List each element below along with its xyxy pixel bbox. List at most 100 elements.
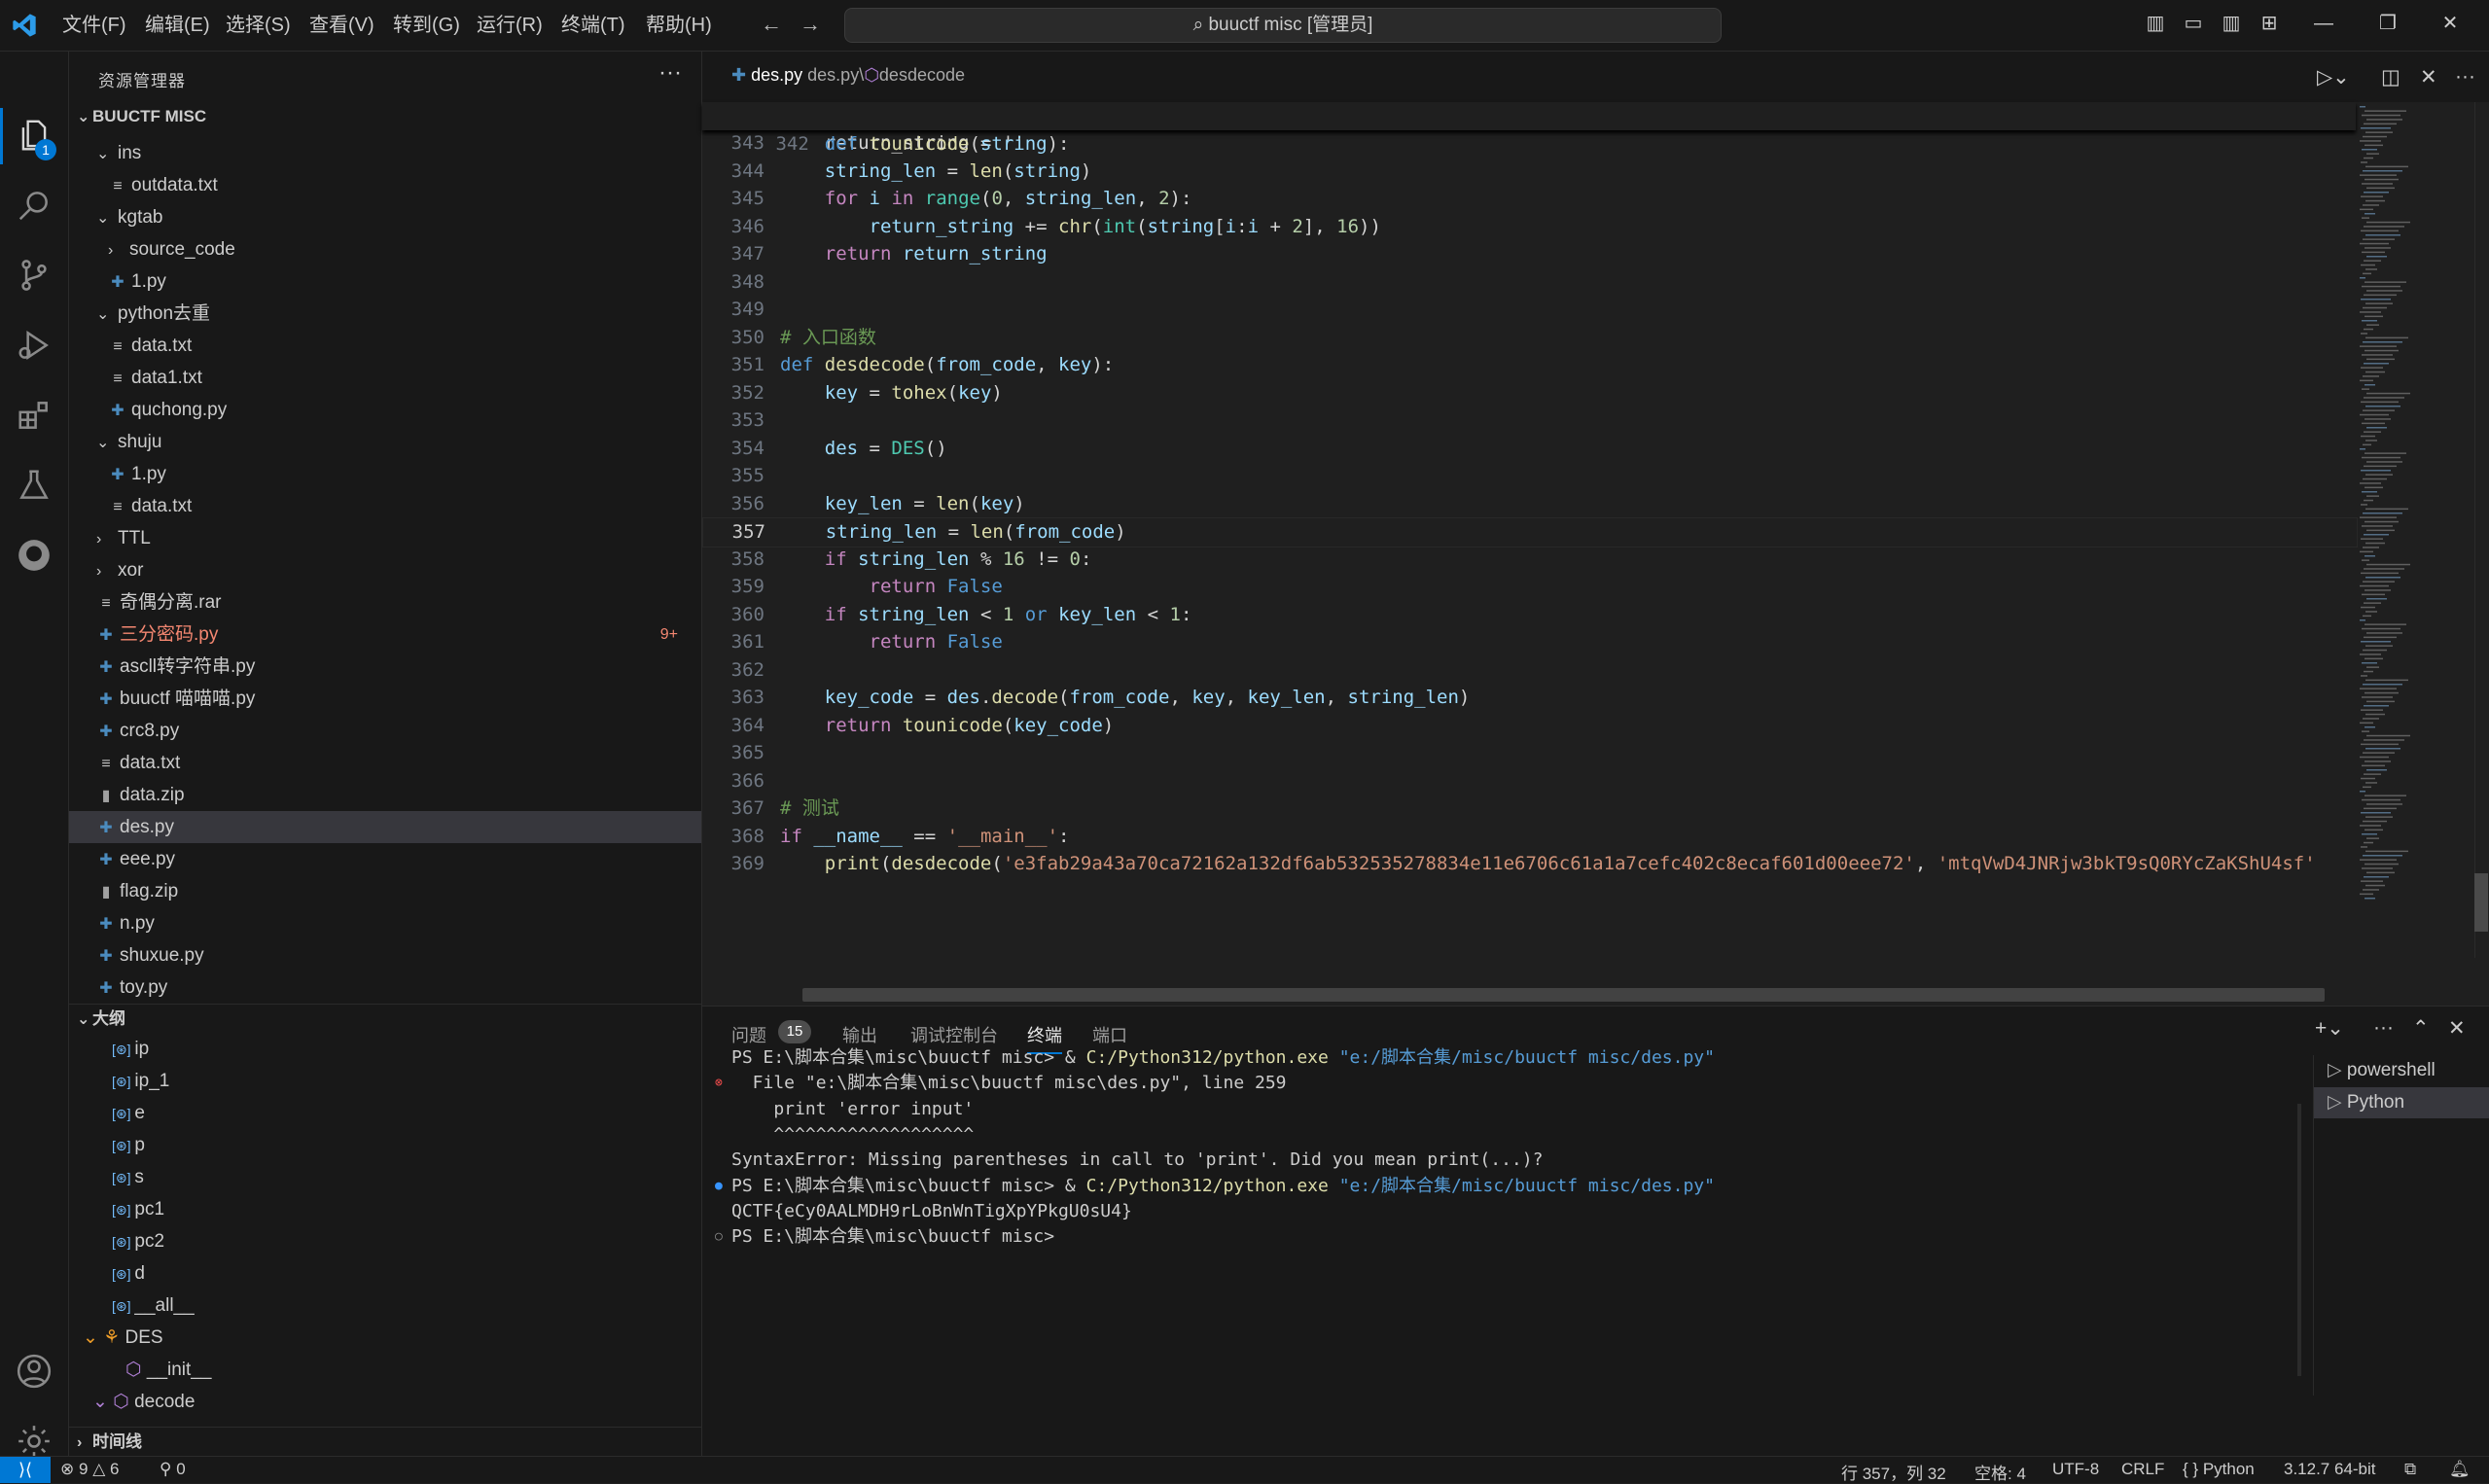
menu-item[interactable]: 选择(S) bbox=[226, 13, 291, 38]
command-center-search[interactable]: ⌕ buuctf misc [管理员] bbox=[844, 8, 1722, 43]
forward-arrow-icon[interactable]: → bbox=[800, 12, 821, 37]
customize-layout-icon[interactable]: ⊞ bbox=[2258, 14, 2280, 33]
minimize-window-icon[interactable]: — bbox=[2313, 14, 2334, 33]
copilot-icon[interactable]: ⧉ bbox=[2404, 1460, 2416, 1479]
tree-item[interactable]: ≡ data.txt bbox=[69, 747, 701, 779]
eol-status[interactable]: CRLF bbox=[2121, 1460, 2164, 1479]
extensions-icon[interactable] bbox=[14, 395, 54, 436]
remote-indicator-icon[interactable]: ⟩⟨ bbox=[0, 1457, 51, 1483]
tree-item[interactable]: ✚ shuxue.py bbox=[69, 939, 701, 972]
panel-tab[interactable]: 输出 bbox=[842, 1022, 877, 1047]
tree-item[interactable]: ≡ 奇偶分离.rar bbox=[69, 586, 701, 618]
code-line[interactable]: 360 if string_len < 1 or key_len < 1: bbox=[702, 601, 2356, 629]
vertical-scrollbar-thumb[interactable] bbox=[2474, 873, 2488, 932]
cursor-position[interactable]: 行 357，列 32 bbox=[1841, 1460, 1946, 1484]
minimap[interactable] bbox=[2356, 102, 2453, 900]
terminal-instance[interactable]: ▷ Python bbox=[2314, 1087, 2489, 1118]
tree-item[interactable]: ✚ toy.py bbox=[69, 972, 701, 1004]
code-line[interactable]: 362 bbox=[702, 656, 2356, 685]
code-line[interactable]: 351 def desdecode(from_code, key): bbox=[702, 351, 2356, 379]
notifications-bell-icon[interactable]: 🔔︎ bbox=[2449, 1460, 2471, 1479]
tree-item[interactable]: ⌄ ins bbox=[69, 137, 701, 169]
close-editor-icon[interactable]: ✕ bbox=[2420, 65, 2437, 89]
code-line[interactable]: 352 key = tohex(key) bbox=[702, 379, 2356, 407]
code-line[interactable]: 365 bbox=[702, 739, 2356, 767]
toggle-primary-sidebar-icon[interactable]: ▥ bbox=[2145, 14, 2166, 33]
menu-item[interactable]: 运行(R) bbox=[477, 13, 543, 38]
source-control-icon[interactable] bbox=[14, 255, 54, 296]
code-line[interactable]: 346 return_string += chr(int(string[i:i … bbox=[702, 213, 2356, 241]
code-line[interactable]: 361 return False bbox=[702, 628, 2356, 656]
menu-item[interactable]: 查看(V) bbox=[309, 13, 374, 38]
maximize-panel-icon[interactable]: ⌃ bbox=[2412, 1016, 2430, 1041]
tree-item[interactable]: ✚ buuctf 喵喵喵.py bbox=[69, 683, 701, 715]
tree-item[interactable]: ≡ outdata.txt bbox=[69, 169, 701, 201]
outline-item[interactable]: [⊛] pc2 bbox=[69, 1225, 701, 1257]
panel-tab[interactable]: 调试控制台 bbox=[910, 1022, 998, 1047]
horizontal-scrollbar[interactable] bbox=[802, 988, 2325, 1002]
outline-item[interactable]: ⬡ __init__ bbox=[69, 1354, 701, 1386]
terminal-scrollbar[interactable] bbox=[2297, 1104, 2301, 1376]
code-line[interactable]: 350 # 入口函数 bbox=[702, 324, 2356, 352]
tree-item[interactable]: ✚ 1.py bbox=[69, 265, 701, 298]
back-arrow-icon[interactable]: ← bbox=[761, 12, 782, 37]
more-actions-icon[interactable]: ··· bbox=[2455, 65, 2475, 88]
breadcrumb-file[interactable]: des.py\ bbox=[807, 65, 864, 85]
breadcrumb[interactable]: ✚ des.py des.py\⬡desdecode bbox=[731, 65, 965, 86]
problems-status[interactable]: ⊗ 9 △ 6 bbox=[60, 1460, 119, 1479]
breadcrumb-symbol[interactable]: desdecode bbox=[879, 65, 965, 85]
more-actions-icon[interactable]: ··· bbox=[2373, 1016, 2394, 1040]
github-icon[interactable] bbox=[14, 535, 54, 576]
accounts-icon[interactable] bbox=[14, 1351, 54, 1392]
code-line[interactable]: 363 key_code = des.decode(from_code, key… bbox=[702, 684, 2356, 712]
code-line[interactable]: 358 if string_len % 16 != 0: bbox=[702, 546, 2356, 574]
menu-item[interactable]: 终端(T) bbox=[561, 13, 625, 38]
tree-item[interactable]: ✚ quchong.py bbox=[69, 394, 701, 426]
outline-item[interactable]: [⊛] ip_1 bbox=[69, 1065, 701, 1097]
tree-item[interactable]: ⌄ shuju bbox=[69, 426, 701, 458]
code-line[interactable]: 366 bbox=[702, 767, 2356, 795]
tree-item[interactable]: ▮ data.zip bbox=[69, 779, 701, 811]
code-line[interactable]: 355 bbox=[702, 462, 2356, 490]
tree-item[interactable]: ⌄ kgtab bbox=[69, 201, 701, 233]
outline-item[interactable]: [⊛] ip bbox=[69, 1033, 701, 1065]
outline-section-header[interactable]: ⌄ 大纲 bbox=[69, 1004, 701, 1034]
code-line[interactable]: 356 key_len = len(key) bbox=[702, 490, 2356, 518]
tree-item[interactable]: ✚ crc8.py bbox=[69, 715, 701, 747]
restore-window-icon[interactable]: ❐ bbox=[2377, 14, 2399, 33]
tree-item[interactable]: ≡ data.txt bbox=[69, 330, 701, 362]
python-interpreter[interactable]: 3.12.7 64-bit bbox=[2284, 1460, 2376, 1479]
panel-tab[interactable]: 问题 bbox=[731, 1022, 766, 1047]
search-icon[interactable] bbox=[14, 185, 54, 226]
tree-item[interactable]: ✚ des.py bbox=[69, 811, 701, 843]
outline-item[interactable]: [⊛] pc1 bbox=[69, 1193, 701, 1225]
run-and-debug-icon[interactable] bbox=[14, 325, 54, 366]
outline-item[interactable]: [⊛] s bbox=[69, 1161, 701, 1193]
tree-item[interactable]: ▮ flag.zip bbox=[69, 875, 701, 907]
more-actions-icon[interactable]: ··· bbox=[658, 59, 682, 87]
run-python-file-icon[interactable]: ▷⌄ bbox=[2317, 65, 2350, 89]
tree-item[interactable]: ⌄ python去重 bbox=[69, 298, 701, 330]
tree-item[interactable]: › xor bbox=[69, 554, 701, 586]
workspace-section-header[interactable]: ⌄ BUUCTF MISC bbox=[69, 102, 701, 131]
menu-item[interactable]: 转到(G) bbox=[393, 13, 460, 38]
toggle-secondary-sidebar-icon[interactable]: ▥ bbox=[2221, 14, 2242, 33]
testing-flask-icon[interactable] bbox=[14, 465, 54, 506]
tree-item[interactable]: ✚ n.py bbox=[69, 907, 701, 939]
code-line[interactable]: 347 return return_string bbox=[702, 240, 2356, 268]
code-line[interactable]: 357 string_len = len(from_code) bbox=[702, 517, 2358, 548]
close-window-icon[interactable]: ✕ bbox=[2439, 14, 2461, 33]
encoding-status[interactable]: UTF-8 bbox=[2052, 1460, 2099, 1479]
tree-item[interactable]: › TTL bbox=[69, 522, 701, 554]
code-line[interactable]: 348 bbox=[702, 268, 2356, 297]
tree-item[interactable]: ✚ 1.py bbox=[69, 458, 701, 490]
split-editor-icon[interactable]: ◫ bbox=[2381, 65, 2400, 89]
code-line[interactable]: 344 string_len = len(string) bbox=[702, 158, 2356, 186]
outline-item[interactable]: ⌄ ⚘ DES bbox=[69, 1322, 701, 1354]
tree-item[interactable]: ✚ ascll转字符串.py bbox=[69, 651, 701, 683]
tree-item[interactable]: › source_code bbox=[69, 233, 701, 265]
panel-tab[interactable]: 端口 bbox=[1092, 1022, 1127, 1047]
terminal-instance[interactable]: ▷ powershell bbox=[2314, 1055, 2489, 1086]
menu-item[interactable]: 编辑(E) bbox=[145, 13, 210, 38]
code-line[interactable]: 369 print(desdecode('e3fab29a43a70ca7216… bbox=[702, 850, 2356, 878]
